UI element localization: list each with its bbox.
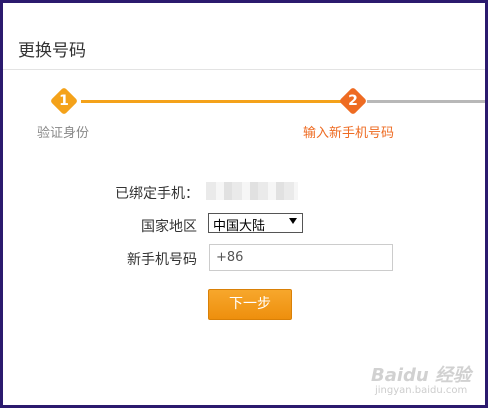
region-select[interactable]: 中国大陆 — [208, 213, 303, 234]
step-1-number: 1 — [59, 93, 69, 109]
region-label: 国家地区 — [141, 219, 197, 235]
next-step-button[interactable]: 下一步 — [208, 289, 292, 320]
bound-phone-value-masked — [206, 182, 298, 200]
page-title: 更换号码 — [18, 41, 86, 61]
new-phone-label: 新手机号码 — [127, 252, 197, 268]
change-phone-panel: 更换号码 1 验证身份 2 输入新手机号码 已绑定手机： 国家地区 中国大陆 新… — [3, 3, 485, 405]
progress-line-completed — [81, 100, 341, 103]
new-phone-input[interactable] — [209, 244, 393, 271]
step-2-number: 2 — [348, 93, 358, 109]
step-2-marker: 2 — [338, 86, 368, 116]
title-divider — [3, 69, 485, 70]
progress-line-pending — [367, 100, 485, 103]
baidu-watermark: Baidu 经验 — [371, 365, 472, 386]
baidu-watermark-url: jingyan.baidu.com — [375, 385, 468, 396]
region-select-value: 中国大陆 — [213, 219, 266, 234]
chevron-down-icon — [289, 218, 297, 224]
step-1-label: 验证身份 — [37, 126, 90, 141]
bound-phone-label: 已绑定手机： — [115, 186, 199, 202]
step-2-label: 输入新手机号码 — [303, 126, 395, 141]
step-1-marker: 1 — [49, 86, 79, 116]
